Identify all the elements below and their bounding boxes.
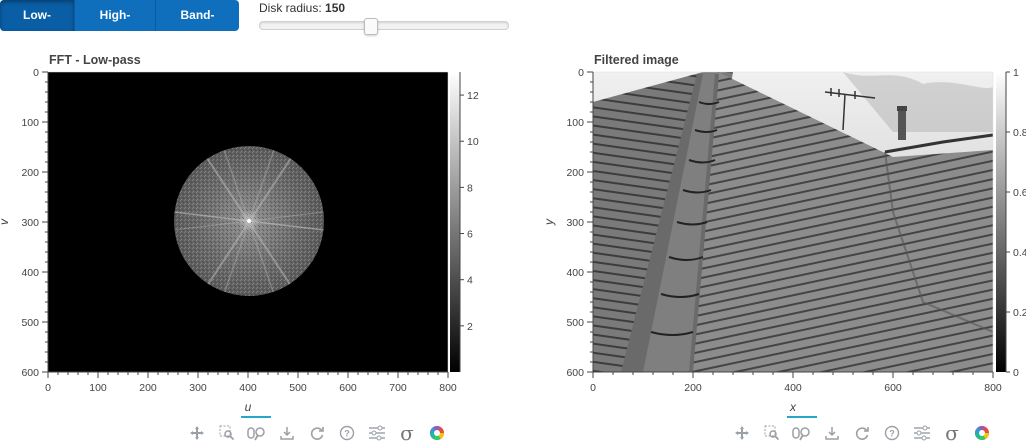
colorbar-tick-label: 12 [467,90,479,102]
svg-text:σ: σ [400,424,414,442]
wheel-zoom-icon[interactable] [791,424,813,442]
sigma-icon[interactable]: σ [941,424,963,442]
wheel-zoom-icon[interactable] [246,424,268,442]
x-tick-label: 200 [684,382,702,394]
x-tick-label: 300 [189,382,207,394]
bokeh-logo-icon[interactable] [426,424,448,442]
colorbar-tick-label: 1 [1013,67,1019,79]
y-tick-label: 100 [21,117,39,129]
colorbar [996,72,1006,372]
svg-text:?: ? [344,429,350,439]
y-tick-label: 200 [21,167,39,179]
colorbar-tick-label: 6 [467,229,473,241]
colorbar-tick-label: 10 [467,136,479,148]
x-tick-label: 100 [89,382,107,394]
y-tick-label: 300 [21,217,39,229]
y-tick-label: 0 [578,67,584,79]
y-tick-label: 300 [566,217,584,229]
reset-icon[interactable] [306,424,328,442]
plot-frame-border [592,71,994,373]
toolbar-left: ? σ [186,424,456,442]
box-zoom-icon[interactable] [216,424,238,442]
x-axis-label-underline-right [787,416,817,418]
x-tick-label: 600 [339,382,357,394]
help-icon[interactable]: ? [881,424,903,442]
colorbar-tick-label: 0.4 [1013,247,1026,259]
save-icon[interactable] [821,424,843,442]
settings-icon[interactable] [911,424,933,442]
box-zoom-icon[interactable] [761,424,783,442]
colorbar-tick-label: 0 [1013,367,1019,379]
x-tick-label: 600 [884,382,902,394]
x-tick-label: 800 [439,382,457,394]
bokeh-logo-icon[interactable] [971,424,993,442]
y-tick-label: 100 [566,117,584,129]
x-tick-label: 200 [139,382,157,394]
y-tick-label: 400 [566,267,584,279]
x-tick-label: 0 [590,382,596,394]
y-axis-label: y [542,218,556,226]
colorbar-tick-label: 0.8 [1013,127,1026,139]
reset-icon[interactable] [851,424,873,442]
x-tick-label: 700 [389,382,407,394]
axes-layer: 0 100 200 300 400 500 600 700 800010020030040050… [0,67,1026,414]
y-tick-label: 500 [21,317,39,329]
y-tick-label: 500 [566,317,584,329]
x-axis-label: u [245,400,252,414]
colorbar [450,72,460,372]
x-tick-label: 0 [45,382,51,394]
plot-frame-border [47,71,449,373]
x-tick-label: 400 [784,382,802,394]
pan-icon[interactable] [186,424,208,442]
colorbar-tick-label: 2 [467,321,473,333]
colorbar-tick-label: 8 [467,182,473,194]
colorbar-tick-label: 0.6 [1013,187,1026,199]
settings-icon[interactable] [366,424,388,442]
x-tick-label: 400 [239,382,257,394]
y-tick-label: 600 [566,367,584,379]
x-axis-label: x [789,400,797,414]
sigma-icon[interactable]: σ [396,424,418,442]
y-axis-label: v [0,218,11,225]
colorbar-tick-label: 4 [467,275,473,287]
save-icon[interactable] [276,424,298,442]
svg-text:?: ? [889,429,895,439]
y-tick-label: 200 [566,167,584,179]
colorbar-tick-label: 0.2 [1013,307,1026,319]
x-tick-label: 800 [984,382,1002,394]
y-tick-label: 0 [33,67,39,79]
x-tick-label: 500 [289,382,307,394]
svg-text:σ: σ [945,424,959,442]
toolbar-right: ? σ [731,424,1001,442]
pan-icon[interactable] [731,424,753,442]
help-icon[interactable]: ? [336,424,358,442]
y-tick-label: 600 [21,367,39,379]
x-axis-label-underline-left [241,416,271,418]
y-tick-label: 400 [21,267,39,279]
